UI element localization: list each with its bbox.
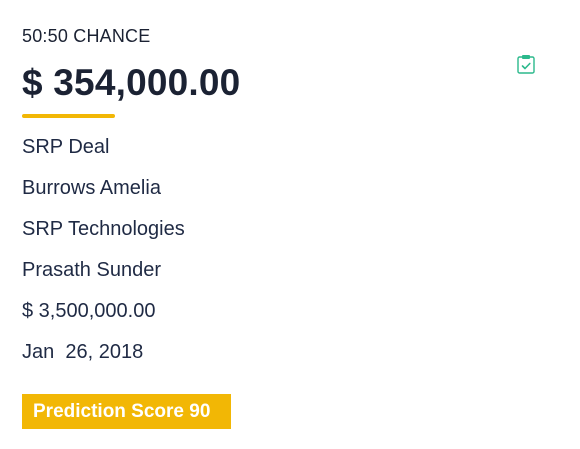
deal-card: 50:50 CHANCE $ 354,000.00 SRP Deal Burro…	[0, 0, 580, 449]
amount-underline	[22, 114, 115, 118]
clipboard-check-icon[interactable]	[515, 53, 537, 75]
deal-name: SRP Deal	[22, 136, 110, 158]
deal-date: Jan 26, 2018	[22, 341, 144, 363]
owner-name: Prasath Sunder	[22, 259, 161, 281]
deal-amount: $ 354,000.00	[22, 62, 241, 103]
deal-value: $ 3,500,000.00	[22, 300, 156, 322]
company-name: SRP Technologies	[22, 218, 185, 240]
contact-name: Burrows Amelia	[22, 177, 161, 199]
chance-label: 50:50 CHANCE	[22, 26, 151, 46]
deal-details: SRP Deal Burrows Amelia SRP Technologies…	[22, 134, 542, 380]
prediction-score-badge: Prediction Score 90	[22, 394, 231, 429]
